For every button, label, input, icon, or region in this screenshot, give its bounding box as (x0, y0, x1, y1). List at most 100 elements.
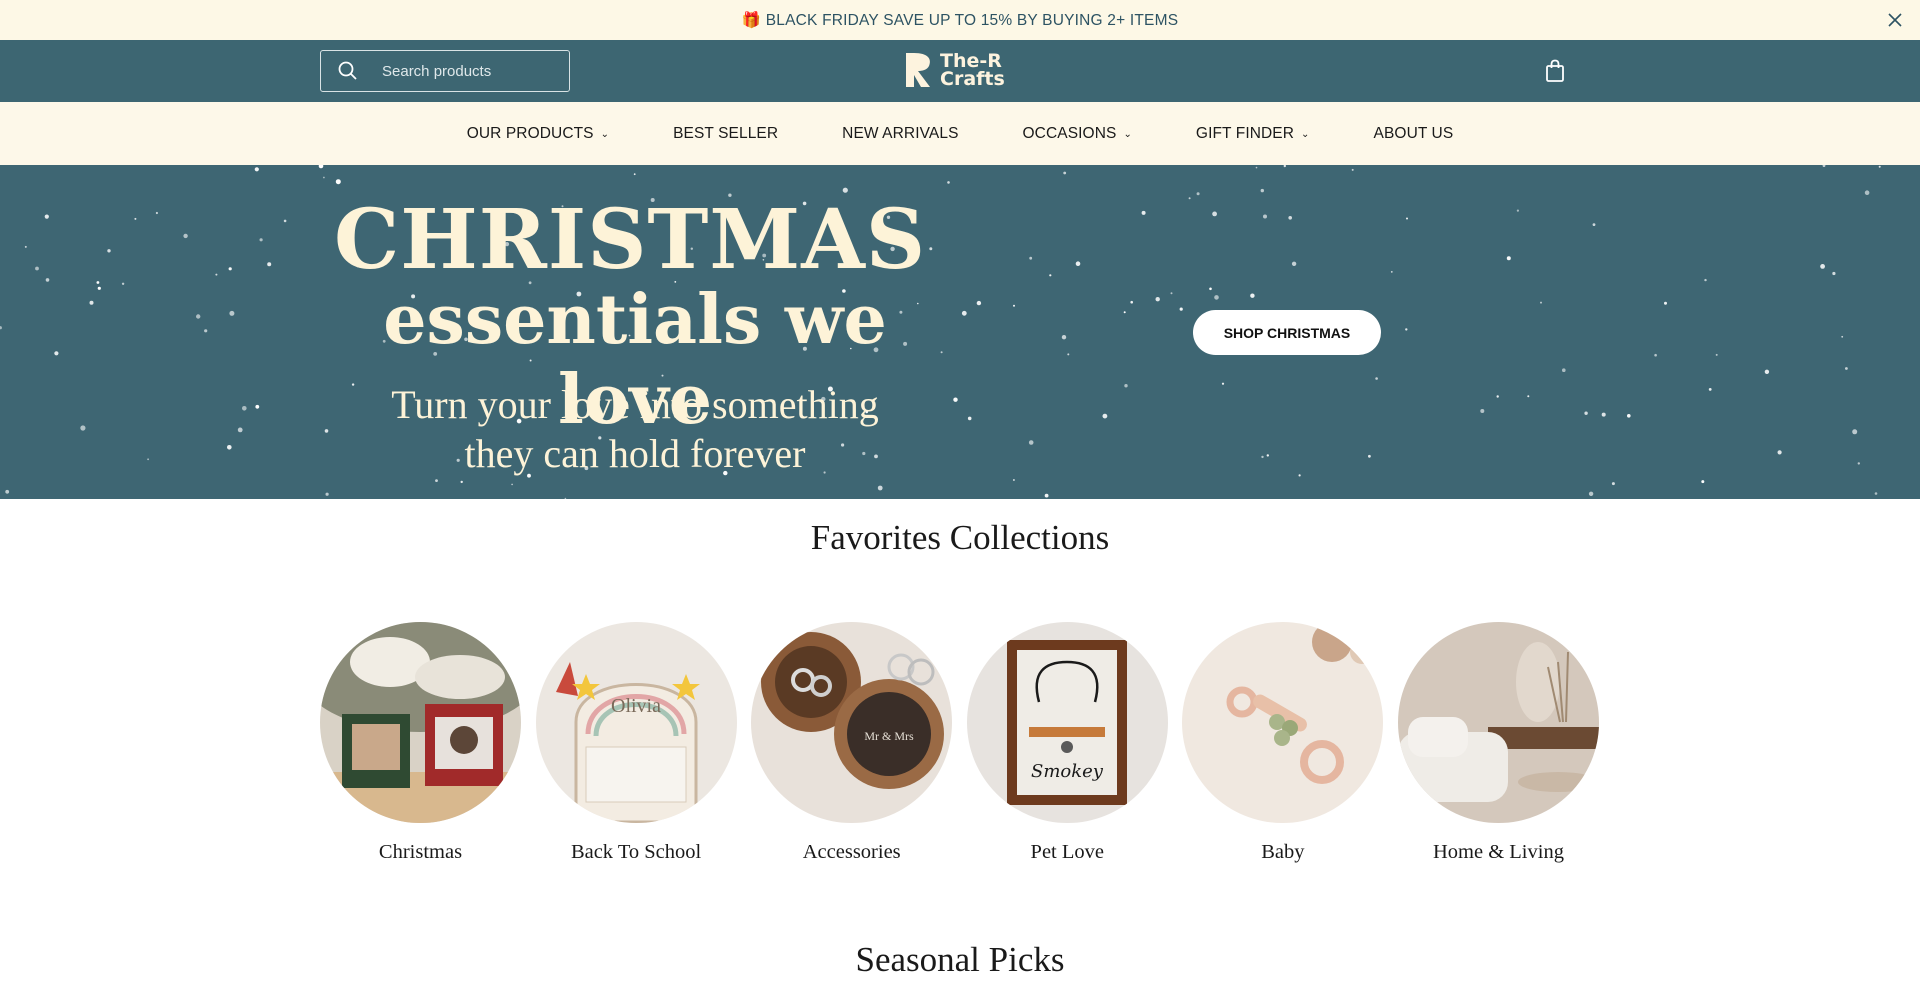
collection-accessories[interactable]: Mr & Mrs Accessories (751, 622, 953, 864)
snow-speck (1255, 166, 1258, 169)
collection-back-to-school[interactable]: Olivia Back To School (535, 622, 737, 864)
hero-title: CHRISTMAS (333, 192, 927, 288)
snow-speck (54, 351, 59, 356)
close-icon[interactable] (1884, 9, 1906, 31)
search-icon[interactable] (336, 59, 360, 83)
nav-item-new-arrivals[interactable]: NEW ARRIVALS (842, 125, 958, 143)
snow-speck (1562, 368, 1566, 372)
collection-pet-love[interactable]: Smokey Pet Love (966, 622, 1168, 864)
snow-speck (1155, 297, 1160, 302)
snow-speck (1878, 165, 1881, 168)
favorites-title: Favorites Collections (810, 518, 1110, 557)
snow-speck (953, 397, 958, 402)
snow-speck (259, 238, 263, 242)
snow-speck (1627, 414, 1631, 418)
snow-speck (242, 406, 247, 411)
snow-speck (24, 245, 27, 248)
snow-speck (1196, 192, 1200, 196)
snow-speck (1406, 217, 1408, 220)
chevron-down-icon: ⌄ (600, 129, 610, 140)
snow-speck (1516, 209, 1519, 212)
snow-speck (134, 217, 137, 220)
snow-speck (511, 483, 513, 486)
collection-baby[interactable]: Baby (1182, 622, 1384, 864)
snow-speck (1611, 482, 1615, 486)
snow-speck (1063, 171, 1067, 175)
snow-speck (325, 492, 329, 496)
seasonal-picks-title: Seasonal Picks (855, 940, 1065, 979)
snow-speck (1179, 307, 1183, 311)
snow-speck (1704, 278, 1707, 282)
nav-item-label: NEW ARRIVALS (842, 124, 959, 142)
snow-speck (183, 233, 188, 239)
shopping-bag-icon[interactable] (1543, 58, 1567, 84)
search-box[interactable] (320, 50, 570, 92)
snow-speck (1841, 335, 1844, 338)
snow-speck (80, 425, 86, 431)
svg-text:Mr & Mrs: Mr & Mrs (865, 729, 915, 743)
collection-image-pet-love: Smokey (966, 622, 1168, 823)
site-header: The-R Crafts (0, 40, 1920, 102)
collection-label: Back To School (570, 841, 702, 863)
snow-speck (1874, 492, 1878, 495)
snow-speck (1822, 165, 1826, 167)
collection-image-christmas (320, 622, 521, 823)
snow-speck (1654, 353, 1657, 357)
snow-speck (564, 497, 567, 499)
snow-speck (1291, 261, 1297, 266)
snow-decoration (0, 165, 1881, 499)
snow-speck (227, 445, 232, 450)
hero-subtitle-line2: they can hold forever (464, 431, 806, 476)
svg-text:Olivia: Olivia (611, 695, 661, 717)
snow-speck (1044, 493, 1049, 498)
collection-image-home-living (1397, 622, 1599, 823)
snow-speck (1298, 474, 1301, 477)
snow-speck (1405, 328, 1408, 331)
site-logo[interactable]: The-R Crafts (904, 48, 1016, 92)
search-input[interactable] (382, 62, 562, 80)
collection-christmas[interactable]: Christmas (320, 622, 521, 864)
snow-speck (1141, 210, 1146, 215)
collection-image-accessories: Mr & Mrs (751, 622, 953, 823)
nav-item-best-seller[interactable]: BEST SELLER (673, 125, 778, 143)
nav-item-label: BEST SELLER (673, 124, 779, 142)
snow-speck (1075, 261, 1081, 266)
logo-mark-icon (906, 53, 930, 87)
collection-label: Christmas (378, 841, 463, 863)
nav-item-gift-finder[interactable]: GIFT FINDER ⌄ (1196, 125, 1310, 143)
collection-home-living[interactable]: Home & Living (1397, 622, 1599, 864)
collection-label: Baby (1261, 841, 1305, 863)
snow-speck (96, 281, 100, 284)
snow-speck (1123, 311, 1126, 314)
snow-speck (1820, 264, 1825, 269)
snow-speck (0, 326, 2, 330)
snow-speck (1260, 188, 1265, 193)
nav-item-occasions[interactable]: OCCASIONS ⌄ (1023, 125, 1132, 143)
nav-item-our-products[interactable]: OUR PRODUCTS ⌄ (467, 125, 609, 143)
snow-speck (1496, 395, 1499, 398)
snow-speck (254, 167, 259, 172)
shop-christmas-button[interactable]: SHOP CHRISTMAS (1193, 310, 1381, 355)
snow-speck (1130, 300, 1133, 304)
snow-speck (1368, 454, 1371, 458)
nav-item-about-us[interactable]: ABOUT US (1374, 125, 1454, 143)
snow-speck (1261, 455, 1264, 459)
snow-speck (1764, 369, 1770, 374)
snow-speck (1067, 353, 1070, 356)
snow-speck (147, 458, 150, 461)
snow-speck (1061, 335, 1067, 340)
svg-text:Smokey: Smokey (1031, 761, 1104, 782)
snow-speck (196, 314, 201, 319)
snow-speck (45, 278, 50, 282)
snow-speck (1540, 301, 1542, 304)
announcement-bar: 🎁 BLACK FRIDAY SAVE UP TO 15% BY BUYING … (0, 0, 1920, 40)
snow-speck (1480, 409, 1485, 413)
snow-speck (1832, 271, 1836, 276)
snow-speck (1852, 429, 1858, 435)
snow-speck (267, 262, 272, 267)
snow-speck (1864, 190, 1870, 195)
main-nav: OUR PRODUCTS ⌄ BEST SELLER NEW ARRIVALS O… (0, 102, 1920, 165)
snow-speck (228, 267, 232, 271)
snow-speck (335, 179, 341, 185)
snow-speck (1857, 462, 1861, 465)
